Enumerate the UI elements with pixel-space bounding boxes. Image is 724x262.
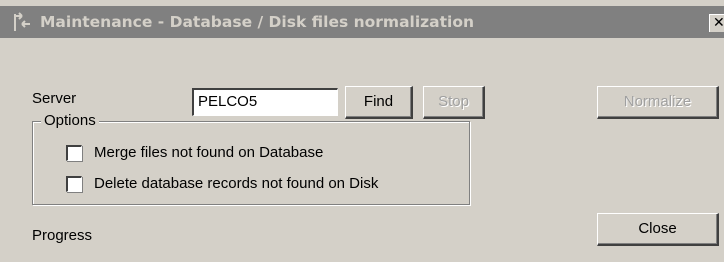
merge-files-label: Merge files not found on Database	[94, 144, 324, 161]
maintenance-icon	[12, 12, 32, 32]
stop-button[interactable]: Stop	[423, 86, 485, 119]
merge-files-checkbox[interactable]	[66, 145, 82, 161]
close-window-button[interactable]: ✕	[709, 14, 724, 32]
close-button-label: Close	[638, 220, 677, 237]
normalize-button-label: Normalize	[623, 93, 692, 110]
stop-button-label: Stop	[438, 93, 469, 110]
delete-records-label: Delete database records not found on Dis…	[94, 175, 379, 192]
close-button[interactable]: Close	[597, 213, 719, 246]
server-label: Server	[32, 90, 77, 107]
server-input[interactable]: PELCO5	[192, 88, 338, 116]
find-button[interactable]: Find	[345, 86, 413, 119]
delete-records-checkbox[interactable]	[66, 176, 82, 192]
progress-label: Progress	[32, 227, 93, 244]
window-title: Maintenance - Database / Disk files norm…	[40, 13, 475, 31]
normalize-button[interactable]: Normalize	[597, 86, 719, 119]
close-icon: ✕	[713, 15, 724, 31]
title-bar[interactable]: Maintenance - Database / Disk files norm…	[0, 6, 724, 38]
find-button-label: Find	[363, 93, 394, 110]
options-legend: Options	[41, 112, 99, 130]
normalization-dialog: Maintenance - Database / Disk files norm…	[0, 0, 724, 262]
